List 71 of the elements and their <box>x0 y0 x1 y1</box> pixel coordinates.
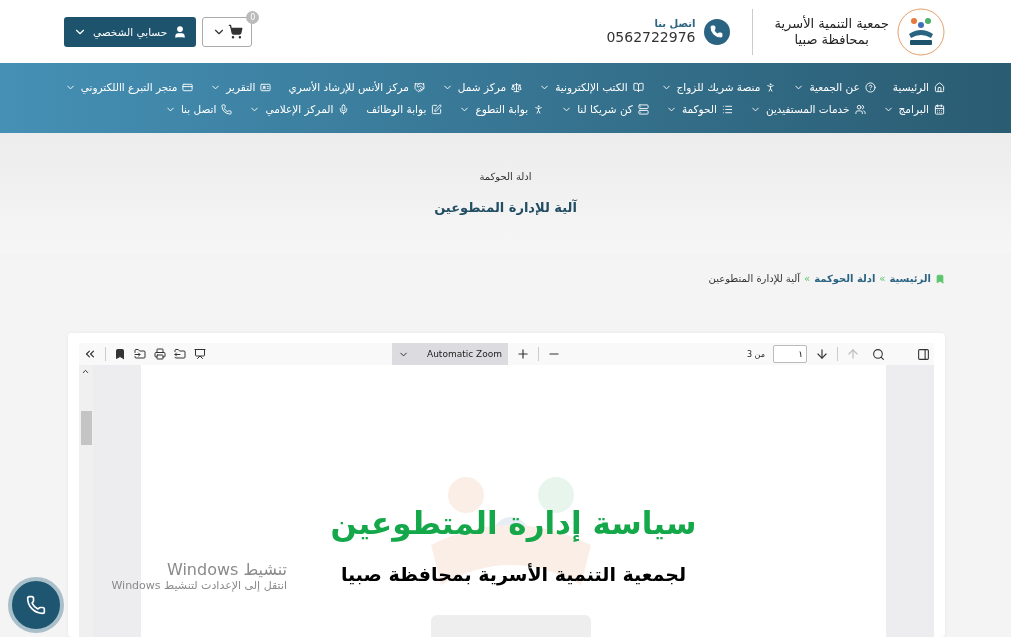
nav-link[interactable]: مركز شمل <box>441 81 523 93</box>
search-icon[interactable] <box>872 347 885 361</box>
save-icon[interactable] <box>174 348 186 360</box>
nav-link[interactable]: عن الجمعية <box>793 81 876 93</box>
nav-link[interactable]: خدمات المستفيدين <box>749 103 866 115</box>
users-icon <box>854 103 866 115</box>
breadcrumb-separator: » <box>879 273 886 284</box>
zoom-select[interactable]: Automatic Zoom <box>392 343 508 365</box>
nav-link[interactable]: الحوكمة <box>665 103 733 115</box>
scrollbar-thumb[interactable] <box>81 411 92 445</box>
breadcrumb-separator: » <box>804 273 811 284</box>
phone-icon <box>26 595 46 615</box>
nav-link[interactable]: منصة شريك للزواج <box>660 81 777 93</box>
print-icon[interactable] <box>154 348 166 360</box>
bookmark-icon[interactable] <box>114 348 126 360</box>
person-icon <box>765 81 777 93</box>
server-icon <box>637 103 649 115</box>
home-icon <box>934 81 945 93</box>
breadcrumb-link[interactable]: ادلة الحوكمة <box>814 273 876 284</box>
collapse-icon[interactable] <box>83 347 97 361</box>
edit-icon <box>431 103 443 115</box>
nav-link[interactable]: مركز الأنس للإرشاد الأسري <box>288 81 425 93</box>
nav-link[interactable]: المركز الإعلامي <box>249 103 350 115</box>
page-title: آلية للإدارة المتطوعين <box>434 200 577 215</box>
nav-link[interactable]: الرئيسية <box>892 81 945 93</box>
cart-icon <box>227 24 243 39</box>
nav-link[interactable]: اتصل بنا <box>164 103 233 115</box>
breadcrumb-link[interactable]: الرئيسية <box>889 273 931 284</box>
zoom-in-icon[interactable] <box>515 347 530 361</box>
nav-link[interactable]: بوابة التطوع <box>459 103 545 115</box>
nav-link[interactable]: الكتب الإلكترونية <box>539 81 644 93</box>
cart-count: 0 <box>246 10 260 24</box>
phone-icon <box>703 18 730 45</box>
whatsapp-button[interactable] <box>8 577 64 633</box>
logo <box>897 7 945 56</box>
credit-card-icon <box>182 81 194 93</box>
org-name-line: بمحافظة صبيا <box>794 31 869 48</box>
org-name-line: جمعية التنمية الأسرية <box>774 15 889 32</box>
page-number-field[interactable]: ١ <box>773 345 807 363</box>
open-file-icon[interactable] <box>134 348 146 360</box>
document-subtitle: لجمعية التنمية الأسرية بمحافظة صبيا <box>340 563 687 585</box>
handshake-icon <box>413 81 425 93</box>
nav-link[interactable]: متجر التبرع االلكتروني <box>64 81 194 93</box>
question-icon <box>864 81 876 93</box>
nav-link[interactable]: التقرير <box>210 81 272 93</box>
page-count: من 3 <box>746 349 765 359</box>
nav-link[interactable]: بوابة الوظائف <box>366 103 443 115</box>
bookmark-icon <box>935 273 945 284</box>
next-page-icon[interactable] <box>815 347 829 361</box>
page-category: ادلة الحوكمة <box>479 171 532 182</box>
nav-link[interactable]: كن شريكا لنا <box>561 103 649 115</box>
activation-title: تنشيط Windows <box>166 560 287 579</box>
user-icon <box>173 24 188 39</box>
id-card-icon <box>260 81 272 93</box>
phone-icon <box>221 103 233 115</box>
activation-message: انتقل إلى الإعدادت لتنشيط Windows <box>111 579 287 592</box>
scroll-up-icon <box>81 367 90 376</box>
document-title: سياسة إدارة المتطوعين <box>330 505 697 541</box>
breadcrumb-current: آلية للإدارة المتطوعين <box>708 273 801 284</box>
microphone-icon <box>338 103 350 115</box>
contact-label: اتصل بنا <box>653 18 696 29</box>
nav-link[interactable]: البرامج <box>882 103 945 115</box>
account-button[interactable]: حسابي الشخصي <box>64 16 197 47</box>
person-icon <box>533 103 545 115</box>
phone-number: 0562722976 <box>606 29 696 45</box>
list-icon <box>721 103 733 115</box>
calendar-icon <box>934 103 945 115</box>
sidebar-toggle-icon[interactable] <box>917 347 930 361</box>
scale-icon <box>511 81 523 93</box>
book-icon <box>632 81 644 93</box>
presentation-icon[interactable] <box>194 348 206 360</box>
